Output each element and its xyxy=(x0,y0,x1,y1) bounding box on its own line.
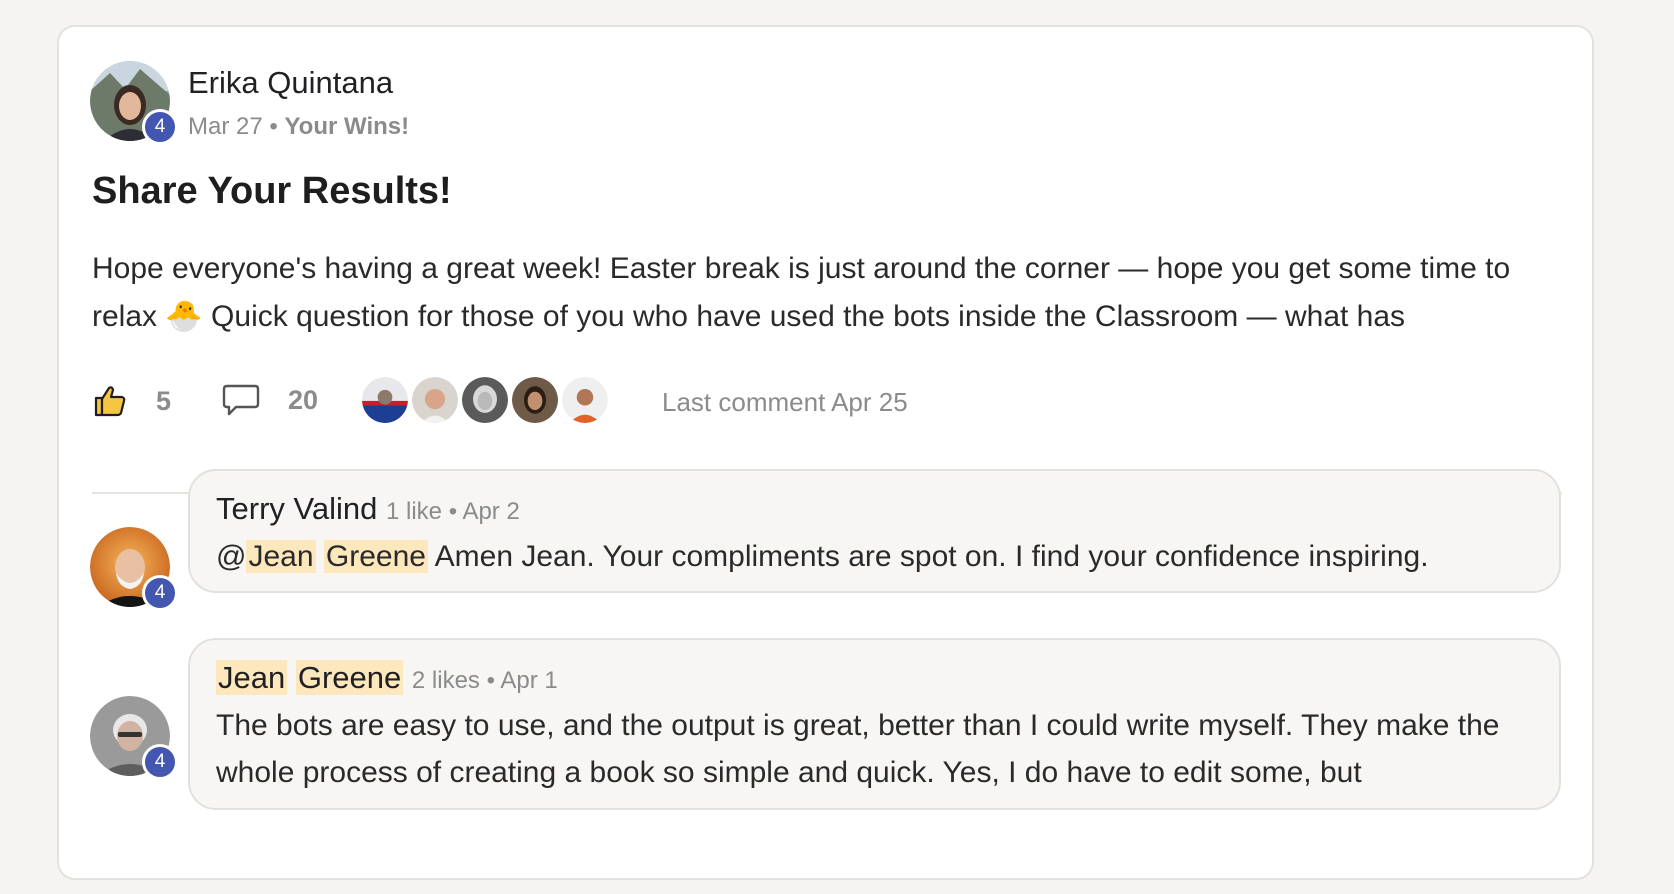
like-button[interactable]: 5 xyxy=(92,383,171,419)
commenter-avatar xyxy=(410,375,460,425)
comment-button[interactable]: 20 xyxy=(222,383,318,417)
commenter-avatar xyxy=(460,375,510,425)
post-author-name[interactable]: Erika Quintana xyxy=(188,65,393,101)
comment-meta: 2 likes • Apr 1 xyxy=(411,667,558,694)
commenter-avatar xyxy=(510,375,560,425)
comment-header: Terry Valind 1 like • Apr 2 xyxy=(216,491,520,527)
mention-first-name[interactable]: Jean xyxy=(246,540,316,573)
comment-author-avatar[interactable]: 4 xyxy=(90,696,178,780)
comment-body: Amen Jean. Your compliments are spot on.… xyxy=(427,540,1429,573)
post-card: 4 Erika Quintana Mar 27 • Your Wins! Sha… xyxy=(57,25,1594,880)
post-title[interactable]: Share Your Results! xyxy=(92,170,452,213)
speech-bubble-icon xyxy=(222,384,260,416)
mention-last-name[interactable]: Greene xyxy=(323,540,428,573)
post-category[interactable]: Your Wins! xyxy=(284,113,409,140)
comment-count: 20 xyxy=(288,384,319,415)
comment-text: @Jean Greene Amen Jean. Your compliments… xyxy=(216,533,1541,580)
comment-author-name[interactable]: Terry Valind xyxy=(216,491,377,526)
like-count: 5 xyxy=(156,385,172,416)
post-actions: 5 20 Last comment Apr 25 xyxy=(92,375,992,431)
post-meta: Mar 27 • Your Wins! xyxy=(188,113,409,141)
meta-separator: • xyxy=(269,113,278,140)
comment-meta: 1 like • Apr 2 xyxy=(386,498,520,525)
comment-author-last-name[interactable]: Greene xyxy=(295,660,404,695)
thumbs-up-icon xyxy=(94,386,126,417)
comment-author-avatar[interactable]: 4 xyxy=(90,527,178,611)
post-body[interactable]: Hope everyone's having a great week! Eas… xyxy=(92,245,1562,341)
mention-prefix: @ xyxy=(216,540,247,573)
commenter-avatar xyxy=(560,375,610,425)
comment-header: Jean Greene 2 likes • Apr 1 xyxy=(216,660,558,696)
comment-author-first-name[interactable]: Jean xyxy=(216,660,288,695)
commenter-avatar xyxy=(360,375,410,425)
post-date: Mar 27 xyxy=(188,113,263,140)
comment-bubble: Jean Greene 2 likes • Apr 1 The bots are… xyxy=(188,638,1561,810)
comment-bubble: Terry Valind 1 like • Apr 2 @Jean Greene… xyxy=(188,469,1561,593)
post-author-avatar[interactable]: 4 xyxy=(90,61,178,145)
level-badge: 4 xyxy=(142,744,178,780)
level-badge: 4 xyxy=(142,575,178,611)
last-comment-date: Last comment Apr 25 xyxy=(662,387,908,417)
level-badge: 4 xyxy=(142,109,178,145)
comment-body[interactable]: The bots are easy to use, and the output… xyxy=(216,702,1541,796)
